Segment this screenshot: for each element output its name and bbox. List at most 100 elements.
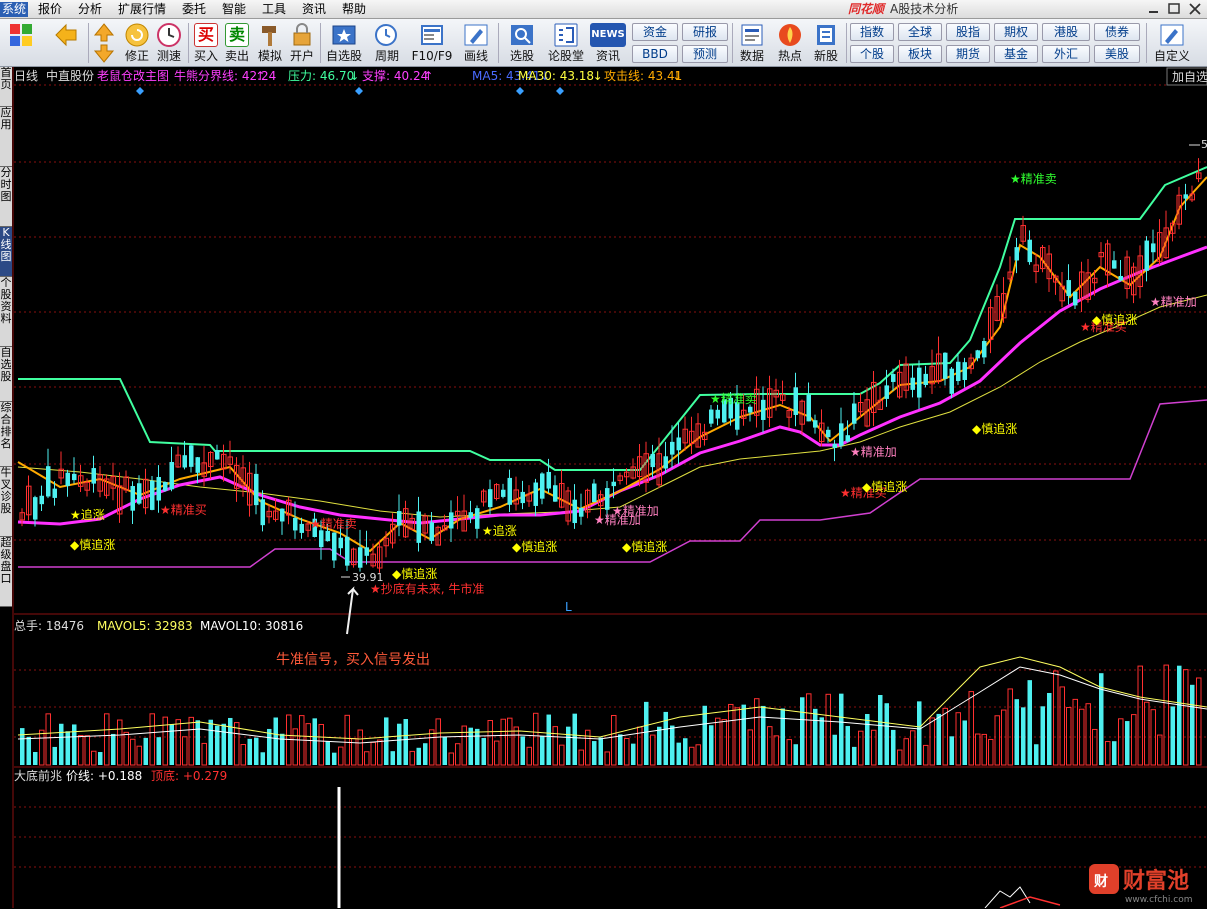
maximize-icon[interactable]: [1168, 3, 1180, 14]
volume-bar-down: [468, 727, 473, 765]
hot-button[interactable]: 热点: [772, 19, 808, 67]
volume-bar-up: [533, 712, 539, 766]
menu-order[interactable]: 委托: [182, 2, 206, 17]
volume-bar-down: [891, 729, 896, 765]
volume-bar-down: [26, 736, 31, 765]
candle-down: [982, 341, 987, 358]
legend-item: 攻击线: 43.41: [604, 69, 682, 83]
candle-down: [39, 495, 44, 505]
sell-button[interactable]: 卖 卖出: [222, 19, 252, 67]
candle-down: [943, 352, 948, 379]
news-button[interactable]: NEWS 资讯: [588, 19, 628, 67]
draw-line-button[interactable]: 画线: [456, 19, 496, 67]
forecast-button[interactable]: 预测: [682, 45, 728, 63]
volume-bar-down: [761, 705, 766, 765]
menu-news[interactable]: 资讯: [302, 2, 326, 17]
candle-down: [546, 471, 551, 489]
volume-bar-up: [988, 738, 994, 766]
quick-sectors[interactable]: 板块: [898, 45, 942, 63]
research-button[interactable]: 研报: [682, 23, 728, 41]
volume-bar-up: [364, 751, 370, 766]
volume-bar-up: [1196, 677, 1202, 766]
candle-down: [358, 547, 363, 568]
signal-star: ★精准卖: [1010, 172, 1057, 186]
menu-system[interactable]: 系统: [0, 2, 29, 17]
simulate-button[interactable]: 模拟: [254, 19, 286, 67]
quick-hk-stocks[interactable]: 港股: [1042, 23, 1090, 41]
layout-button[interactable]: [4, 19, 38, 67]
volume-bar-up: [1144, 701, 1150, 766]
quick-stocks[interactable]: 个股: [850, 45, 894, 63]
news-icon: NEWS: [590, 23, 626, 47]
funds-button[interactable]: 资金: [632, 23, 678, 41]
volume-bar-down: [273, 717, 278, 765]
data-button[interactable]: 数据: [734, 19, 770, 67]
volume-bar-up: [728, 703, 734, 766]
page-up-icon[interactable]: [93, 23, 115, 42]
volume-bar-up: [513, 726, 519, 766]
candle-down: [975, 350, 980, 359]
stock-picker-button[interactable]: 选股: [500, 19, 544, 67]
bbd-button[interactable]: BBD: [632, 45, 678, 63]
customize-button[interactable]: 自定义: [1150, 19, 1194, 67]
volume-bar-up: [650, 734, 656, 766]
correct-button[interactable]: 修正: [120, 19, 154, 67]
page-down-icon[interactable]: [93, 44, 115, 63]
menu-smart[interactable]: 智能: [222, 2, 246, 17]
minimize-icon[interactable]: [1149, 11, 1158, 13]
signal-diamond: ◆慎追涨: [622, 539, 667, 554]
indicator-name[interactable]: 老鼠仓改主图: [97, 69, 169, 83]
chart-area[interactable]: ★追涨◆慎追涨★精准买★精准卖◆慎追涨★抄底有未来, 牛市准★追涨◆慎追涨★精准…: [0, 67, 1207, 908]
quick-index[interactable]: 指数: [850, 23, 894, 41]
volume-bar-up: [201, 742, 207, 766]
volume-bars: [17, 656, 1207, 766]
menu-analysis[interactable]: 分析: [78, 2, 102, 17]
watchlist-label: 自选股: [325, 49, 362, 63]
watchlist-button[interactable]: 自选股: [322, 19, 366, 67]
menu-tools[interactable]: 工具: [262, 2, 286, 17]
f10-button[interactable]: F10/F9: [410, 19, 454, 67]
quick-global[interactable]: 全球: [898, 23, 942, 41]
volume-bar-up: [117, 719, 123, 766]
candle-down: [917, 367, 922, 398]
candle-down: [345, 536, 350, 566]
close-icon[interactable]: [1189, 3, 1201, 15]
quick-stock-index[interactable]: 股指: [946, 23, 990, 41]
signal-diamond: ◆慎追涨: [512, 539, 557, 554]
legend-diamond-4: [556, 87, 564, 95]
candle-down: [332, 532, 337, 561]
pencil-icon: [464, 24, 488, 46]
period-button[interactable]: 周期: [366, 19, 408, 67]
sell-icon: 卖: [225, 23, 249, 47]
buy-button[interactable]: 买 买入: [191, 19, 221, 67]
menu-extended-quote[interactable]: 扩展行情: [118, 2, 166, 17]
candle-down: [806, 394, 811, 422]
quick-forex[interactable]: 外汇: [1042, 45, 1090, 63]
volume-bar-up: [786, 739, 792, 766]
open-account-button[interactable]: 开户: [286, 19, 318, 67]
candle-down: [150, 480, 155, 510]
volume-bar-up: [39, 729, 45, 766]
speed-test-button[interactable]: 测速: [152, 19, 186, 67]
quick-options[interactable]: 期权: [994, 23, 1038, 41]
period-title[interactable]: 日线: [14, 69, 38, 83]
quick-us-stocks[interactable]: 美股: [1094, 45, 1140, 63]
quick-funds[interactable]: 基金: [994, 45, 1038, 63]
menu-help[interactable]: 帮助: [342, 2, 366, 17]
volume-bar-up: [773, 735, 779, 766]
volume-bar-up: [1163, 664, 1169, 766]
menu-quote[interactable]: 报价: [38, 2, 62, 17]
volume-bar-down: [520, 736, 525, 765]
volume-bar-down: [52, 746, 57, 765]
new-stock-button[interactable]: 新股: [808, 19, 844, 67]
back-button[interactable]: [48, 19, 84, 67]
quick-futures[interactable]: 期货: [946, 45, 990, 63]
candle-down: [163, 481, 168, 491]
candle-down: [839, 423, 844, 446]
signal-star: ★追涨: [70, 507, 105, 522]
volume-bar-up: [500, 718, 506, 766]
quick-bonds[interactable]: 债券: [1094, 23, 1140, 41]
volume-bar-up: [149, 713, 155, 766]
volume-bar-up: [357, 729, 363, 766]
forum-button[interactable]: 论股堂: [546, 19, 586, 67]
